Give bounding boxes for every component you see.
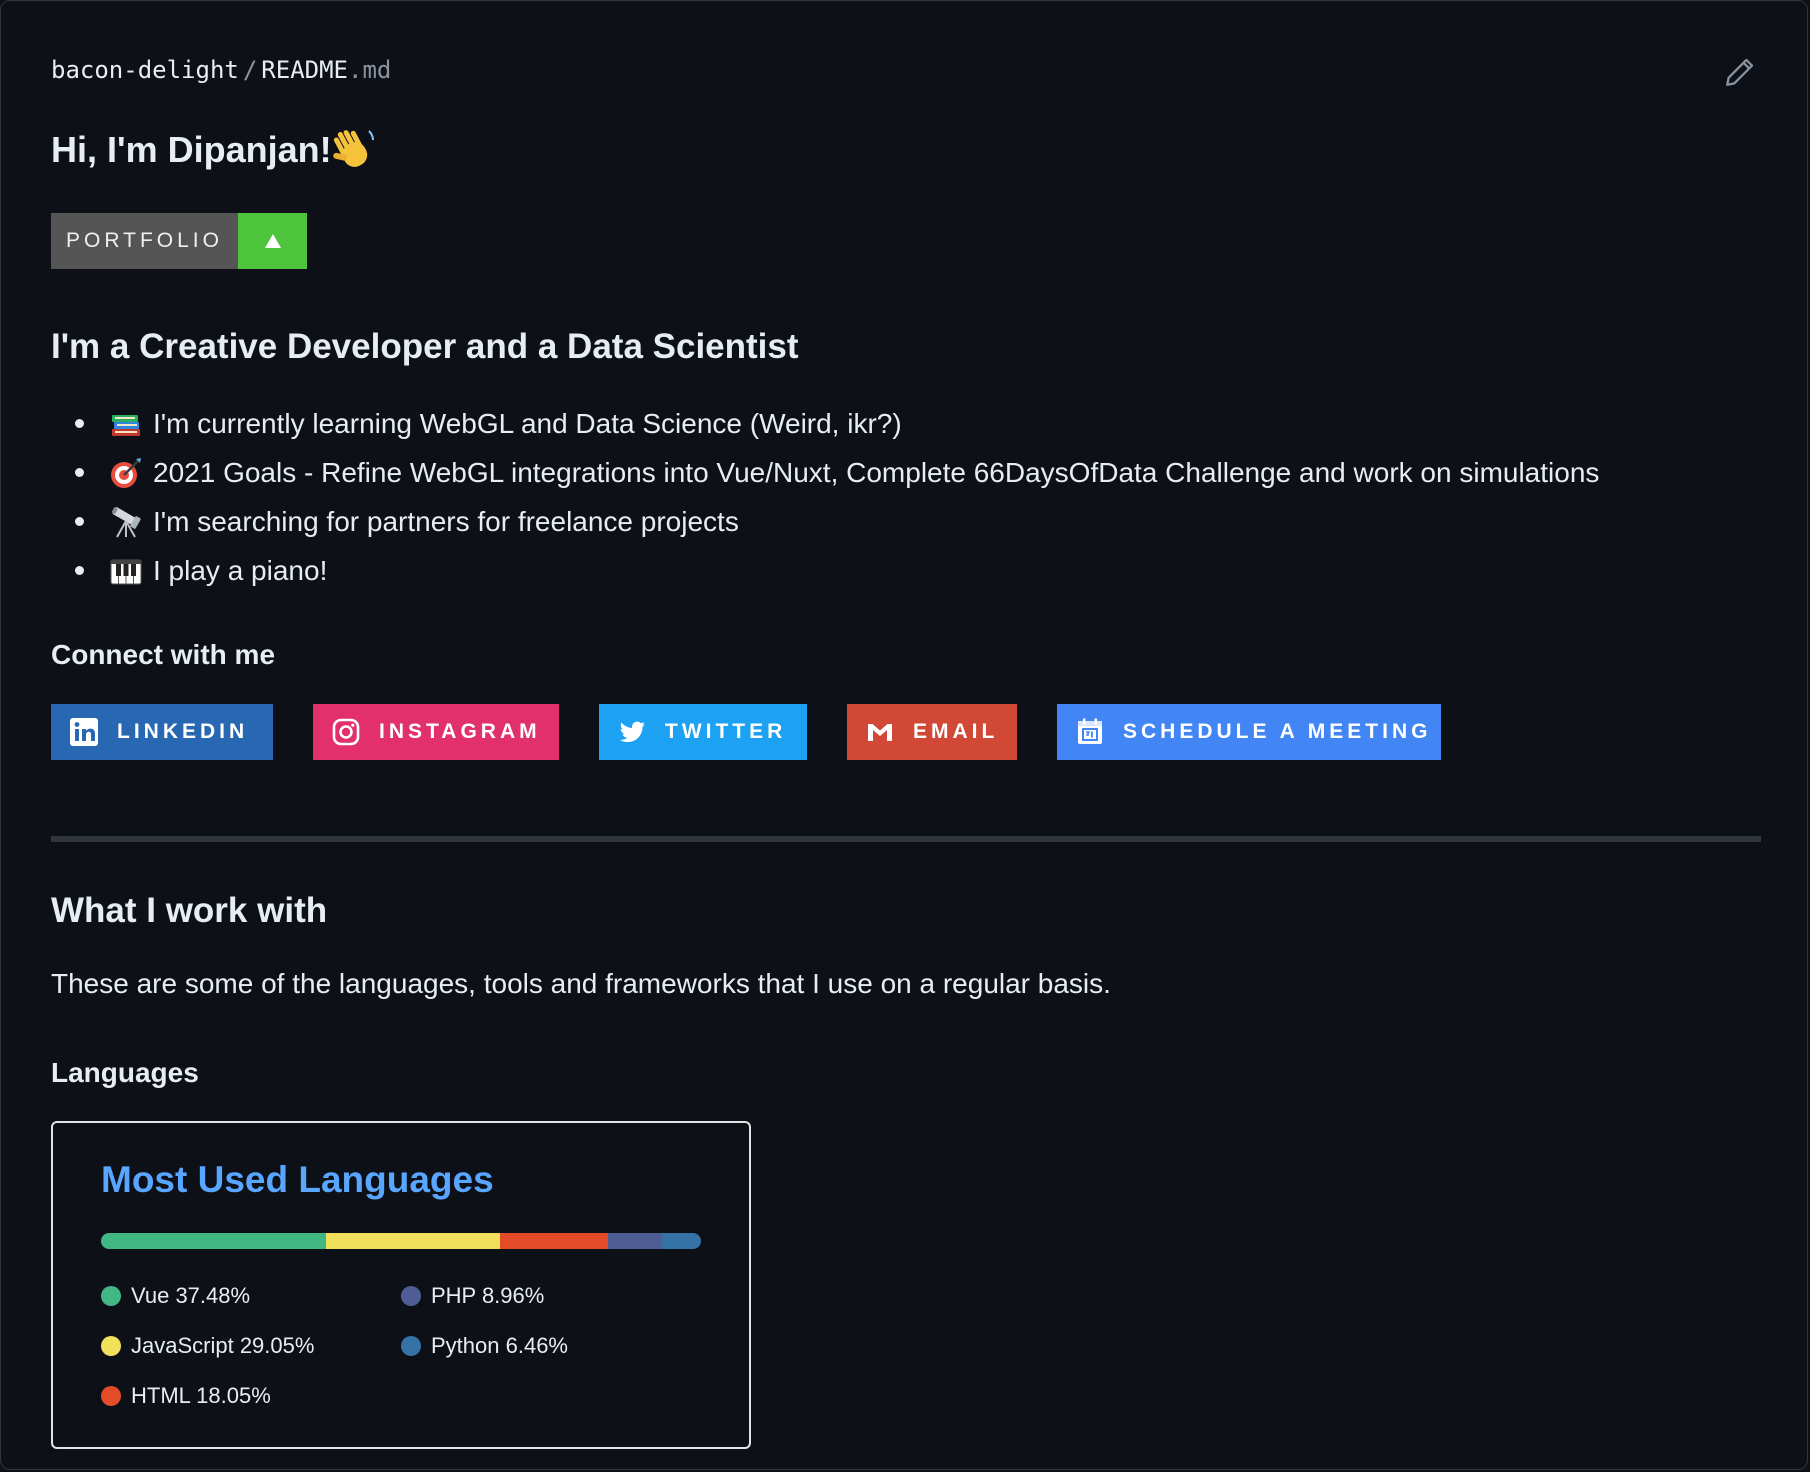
piano-keys-icon	[110, 559, 142, 584]
language-bar-segment-html	[500, 1233, 609, 1249]
list-item: I'm currently learning WebGL and Data Sc…	[51, 399, 1599, 448]
twitter-icon	[619, 721, 645, 743]
breadcrumb-file-name: README	[261, 56, 348, 84]
intro-item-text: 2021 Goals - Refine WebGL integrations i…	[153, 456, 1600, 488]
gmail-icon	[868, 724, 892, 741]
page-title: Hi, I'm Dipanjan!	[51, 129, 332, 170]
twitter-badge-label: TWITTER	[665, 720, 787, 743]
legend-label: HTML 18.05%	[131, 1383, 271, 1408]
bullet	[75, 517, 84, 526]
intro-list: I'm currently learning WebGL and Data Sc…	[51, 399, 1599, 595]
linkedin-icon	[70, 718, 98, 746]
legend-swatch	[101, 1386, 121, 1406]
waving-hand-icon	[333, 130, 374, 167]
calendar-icon	[1078, 718, 1102, 744]
legend-item-javascript: JavaScript 29.05%	[101, 1333, 314, 1359]
schedule-meeting-badge-label: SCHEDULE A MEETING	[1123, 720, 1432, 743]
linkedin-badge-label: LINKEDIN	[117, 720, 249, 743]
list-item: I'm searching for partners for freelance…	[51, 497, 1599, 546]
legend-item-php: PHP 8.96%	[401, 1283, 544, 1309]
portfolio-badge-accent	[238, 213, 307, 269]
email-badge[interactable]: EMAIL	[847, 704, 1017, 760]
work-description: These are some of the languages, tools a…	[51, 968, 1111, 999]
twitter-badge[interactable]: TWITTER	[599, 704, 807, 760]
legend-swatch	[101, 1286, 121, 1306]
legend-swatch	[101, 1336, 121, 1356]
card-title: Most Used Languages	[101, 1159, 494, 1200]
legend-swatch	[401, 1286, 421, 1306]
divider	[51, 836, 1761, 842]
language-bar-segment-php	[608, 1233, 663, 1249]
intro-item-text: I'm searching for partners for freelance…	[153, 505, 739, 537]
legend-swatch	[401, 1336, 421, 1356]
language-bar-segment-vue	[101, 1233, 326, 1249]
telescope-icon	[111, 506, 141, 537]
legend-label: JavaScript 29.05%	[131, 1333, 315, 1358]
language-bar-segment-javascript	[325, 1233, 501, 1249]
legend-item-html: HTML 18.05%	[101, 1383, 271, 1409]
pencil-icon[interactable]	[1723, 55, 1757, 89]
legend-item-vue: Vue 37.48%	[101, 1283, 250, 1309]
list-item: I play a piano!	[51, 546, 1599, 595]
dart-target-icon	[111, 457, 141, 488]
intro-item-text: I'm currently learning WebGL and Data Sc…	[153, 407, 902, 439]
intro-item-text: I play a piano!	[153, 554, 328, 586]
work-heading: What I work with	[51, 891, 328, 930]
breadcrumb-file-ext: .md	[348, 56, 392, 84]
bullet	[75, 566, 84, 575]
portfolio-badge[interactable]: PORTFOLIO	[51, 213, 307, 269]
most-used-languages-card: Most Used Languages Vue 37.48% JavaScript…	[51, 1121, 751, 1449]
schedule-meeting-badge[interactable]: SCHEDULE A MEETING	[1057, 704, 1441, 760]
breadcrumb-separator: /	[242, 56, 258, 84]
readme-panel: bacon-delight / README.md Hi, I'm Dipanjan…	[0, 0, 1808, 1470]
email-badge-label: EMAIL	[913, 720, 999, 743]
linkedin-badge[interactable]: LINKEDIN	[51, 704, 273, 760]
instagram-badge[interactable]: INSTAGRAM	[313, 704, 559, 760]
legend-label: Python 6.46%	[431, 1333, 568, 1358]
legend-label: Vue 37.48%	[131, 1283, 251, 1308]
intro-heading: I'm a Creative Developer and a Data Scie…	[51, 327, 799, 366]
books-icon	[112, 414, 140, 436]
triangle-up-icon	[264, 234, 281, 248]
instagram-icon	[332, 718, 360, 746]
languages-heading: Languages	[51, 1057, 199, 1088]
languages-progress-bar	[101, 1233, 701, 1249]
legend-label: PHP 8.96%	[431, 1283, 545, 1308]
language-bar-segment-python	[662, 1233, 701, 1249]
instagram-badge-label: INSTAGRAM	[379, 720, 541, 743]
bullet	[75, 419, 84, 428]
bullet	[75, 468, 84, 477]
portfolio-badge-label: PORTFOLIO	[51, 213, 238, 269]
breadcrumb: bacon-delight / README.md	[51, 56, 391, 84]
legend-item-python: Python 6.46%	[401, 1333, 568, 1359]
connect-heading: Connect with me	[51, 639, 276, 670]
breadcrumb-owner-link[interactable]: bacon-delight	[51, 56, 239, 84]
list-item: 2021 Goals - Refine WebGL integrations i…	[51, 448, 1599, 497]
